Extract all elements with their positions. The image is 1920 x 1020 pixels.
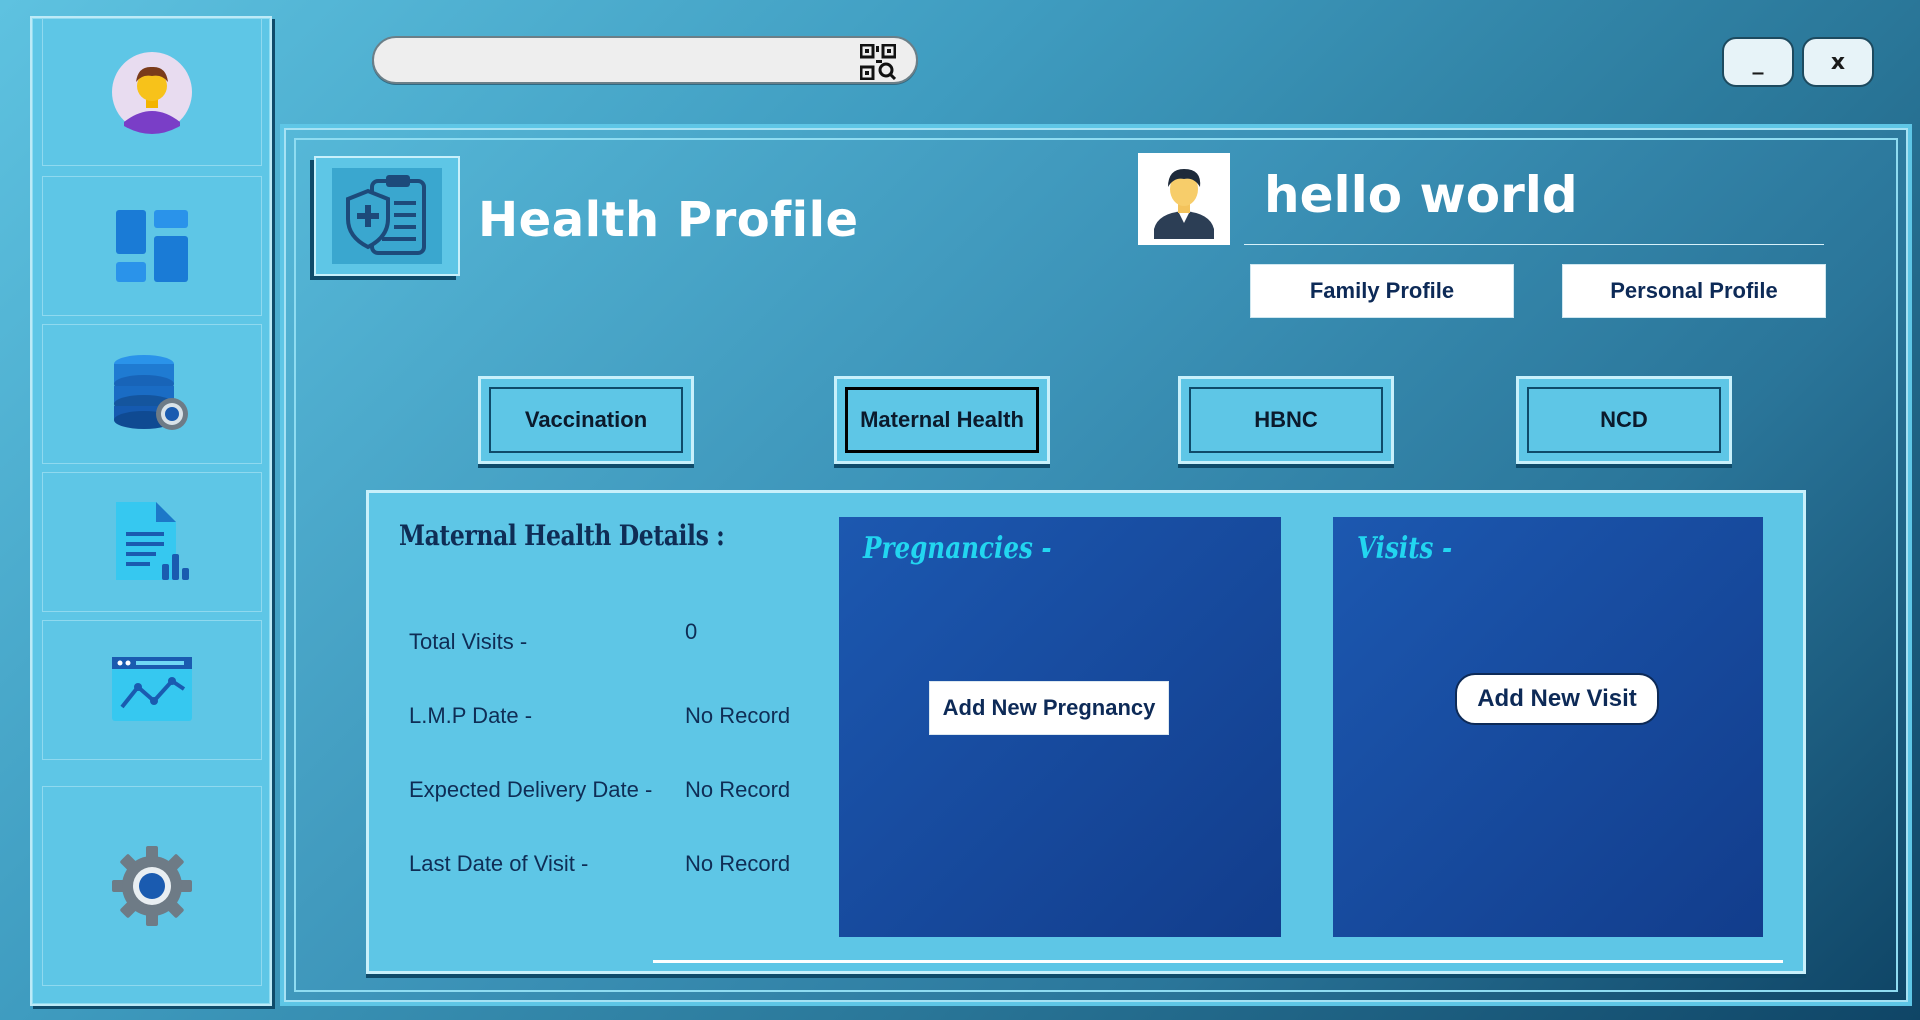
tab-vaccination[interactable]: Vaccination	[478, 376, 694, 464]
details-bottom-divider	[653, 960, 1783, 963]
user-name-underline	[1244, 244, 1824, 245]
tab-label: NCD	[1527, 387, 1721, 453]
lmp-date-value: No Record	[685, 703, 791, 728]
tab-label: Vaccination	[489, 387, 683, 453]
expected-delivery-date-value: No Record	[685, 777, 791, 802]
sidebar-item-analytics[interactable]	[42, 620, 262, 760]
report-document-icon	[116, 502, 189, 580]
visits-title: Visits -	[1357, 531, 1453, 566]
pregnancies-card: Pregnancies - Add New Pregnancy	[839, 517, 1281, 937]
user-avatar	[1138, 153, 1230, 245]
gear-icon	[112, 846, 192, 926]
user-avatar-icon	[112, 52, 192, 134]
pregnancies-title: Pregnancies -	[863, 531, 1052, 566]
family-profile-button[interactable]: Family Profile	[1250, 264, 1514, 318]
main-panel: Health Profile hello world Family Profil…	[284, 128, 1908, 1002]
sidebar	[30, 16, 272, 1006]
tab-label: HBNC	[1189, 387, 1383, 453]
page-title: Health Profile	[478, 192, 859, 248]
user-profile-icon	[1154, 169, 1214, 239]
sidebar-item-dashboard[interactable]	[42, 176, 262, 316]
tab-label: Maternal Health	[845, 387, 1039, 453]
total-visits-value: 0	[685, 619, 698, 644]
lmp-date-label: L.M.P Date -	[409, 703, 533, 728]
sidebar-item-profile[interactable]	[42, 18, 262, 166]
tab-maternal-health[interactable]: Maternal Health	[834, 376, 1050, 464]
health-profile-icon-box	[314, 156, 460, 276]
dashboard-grid-icon	[116, 210, 188, 282]
personal-profile-button[interactable]: Personal Profile	[1562, 264, 1826, 318]
tab-ncd[interactable]: NCD	[1516, 376, 1732, 464]
total-visits-label: Total Visits -	[409, 629, 528, 654]
search-input[interactable]	[396, 46, 856, 74]
search-bar	[372, 36, 918, 84]
details-title: Maternal Health Details :	[399, 519, 725, 552]
tab-hbnc[interactable]: HBNC	[1178, 376, 1394, 464]
sidebar-item-database[interactable]	[42, 324, 262, 464]
close-button[interactable]: x	[1802, 37, 1874, 87]
last-visit-date-value: No Record	[685, 851, 791, 876]
sidebar-item-settings[interactable]	[42, 786, 262, 986]
qr-code-icon[interactable]	[860, 44, 896, 80]
last-visit-date-label: Last Date of Visit -	[409, 851, 589, 876]
database-settings-icon	[114, 355, 188, 430]
analytics-chart-icon	[112, 657, 192, 721]
add-new-visit-button[interactable]: Add New Visit	[1455, 673, 1659, 725]
add-new-pregnancy-button[interactable]: Add New Pregnancy	[929, 681, 1169, 735]
visits-card: Visits - Add New Visit	[1333, 517, 1763, 937]
health-clipboard-icon	[346, 175, 426, 255]
minimize-button[interactable]: _	[1722, 37, 1794, 87]
maternal-health-details-panel: Maternal Health Details : Total Visits -…	[366, 490, 1806, 974]
user-name: hello world	[1264, 166, 1578, 224]
sidebar-item-reports[interactable]	[42, 472, 262, 612]
expected-delivery-date-label: Expected Delivery Date -	[409, 777, 653, 802]
